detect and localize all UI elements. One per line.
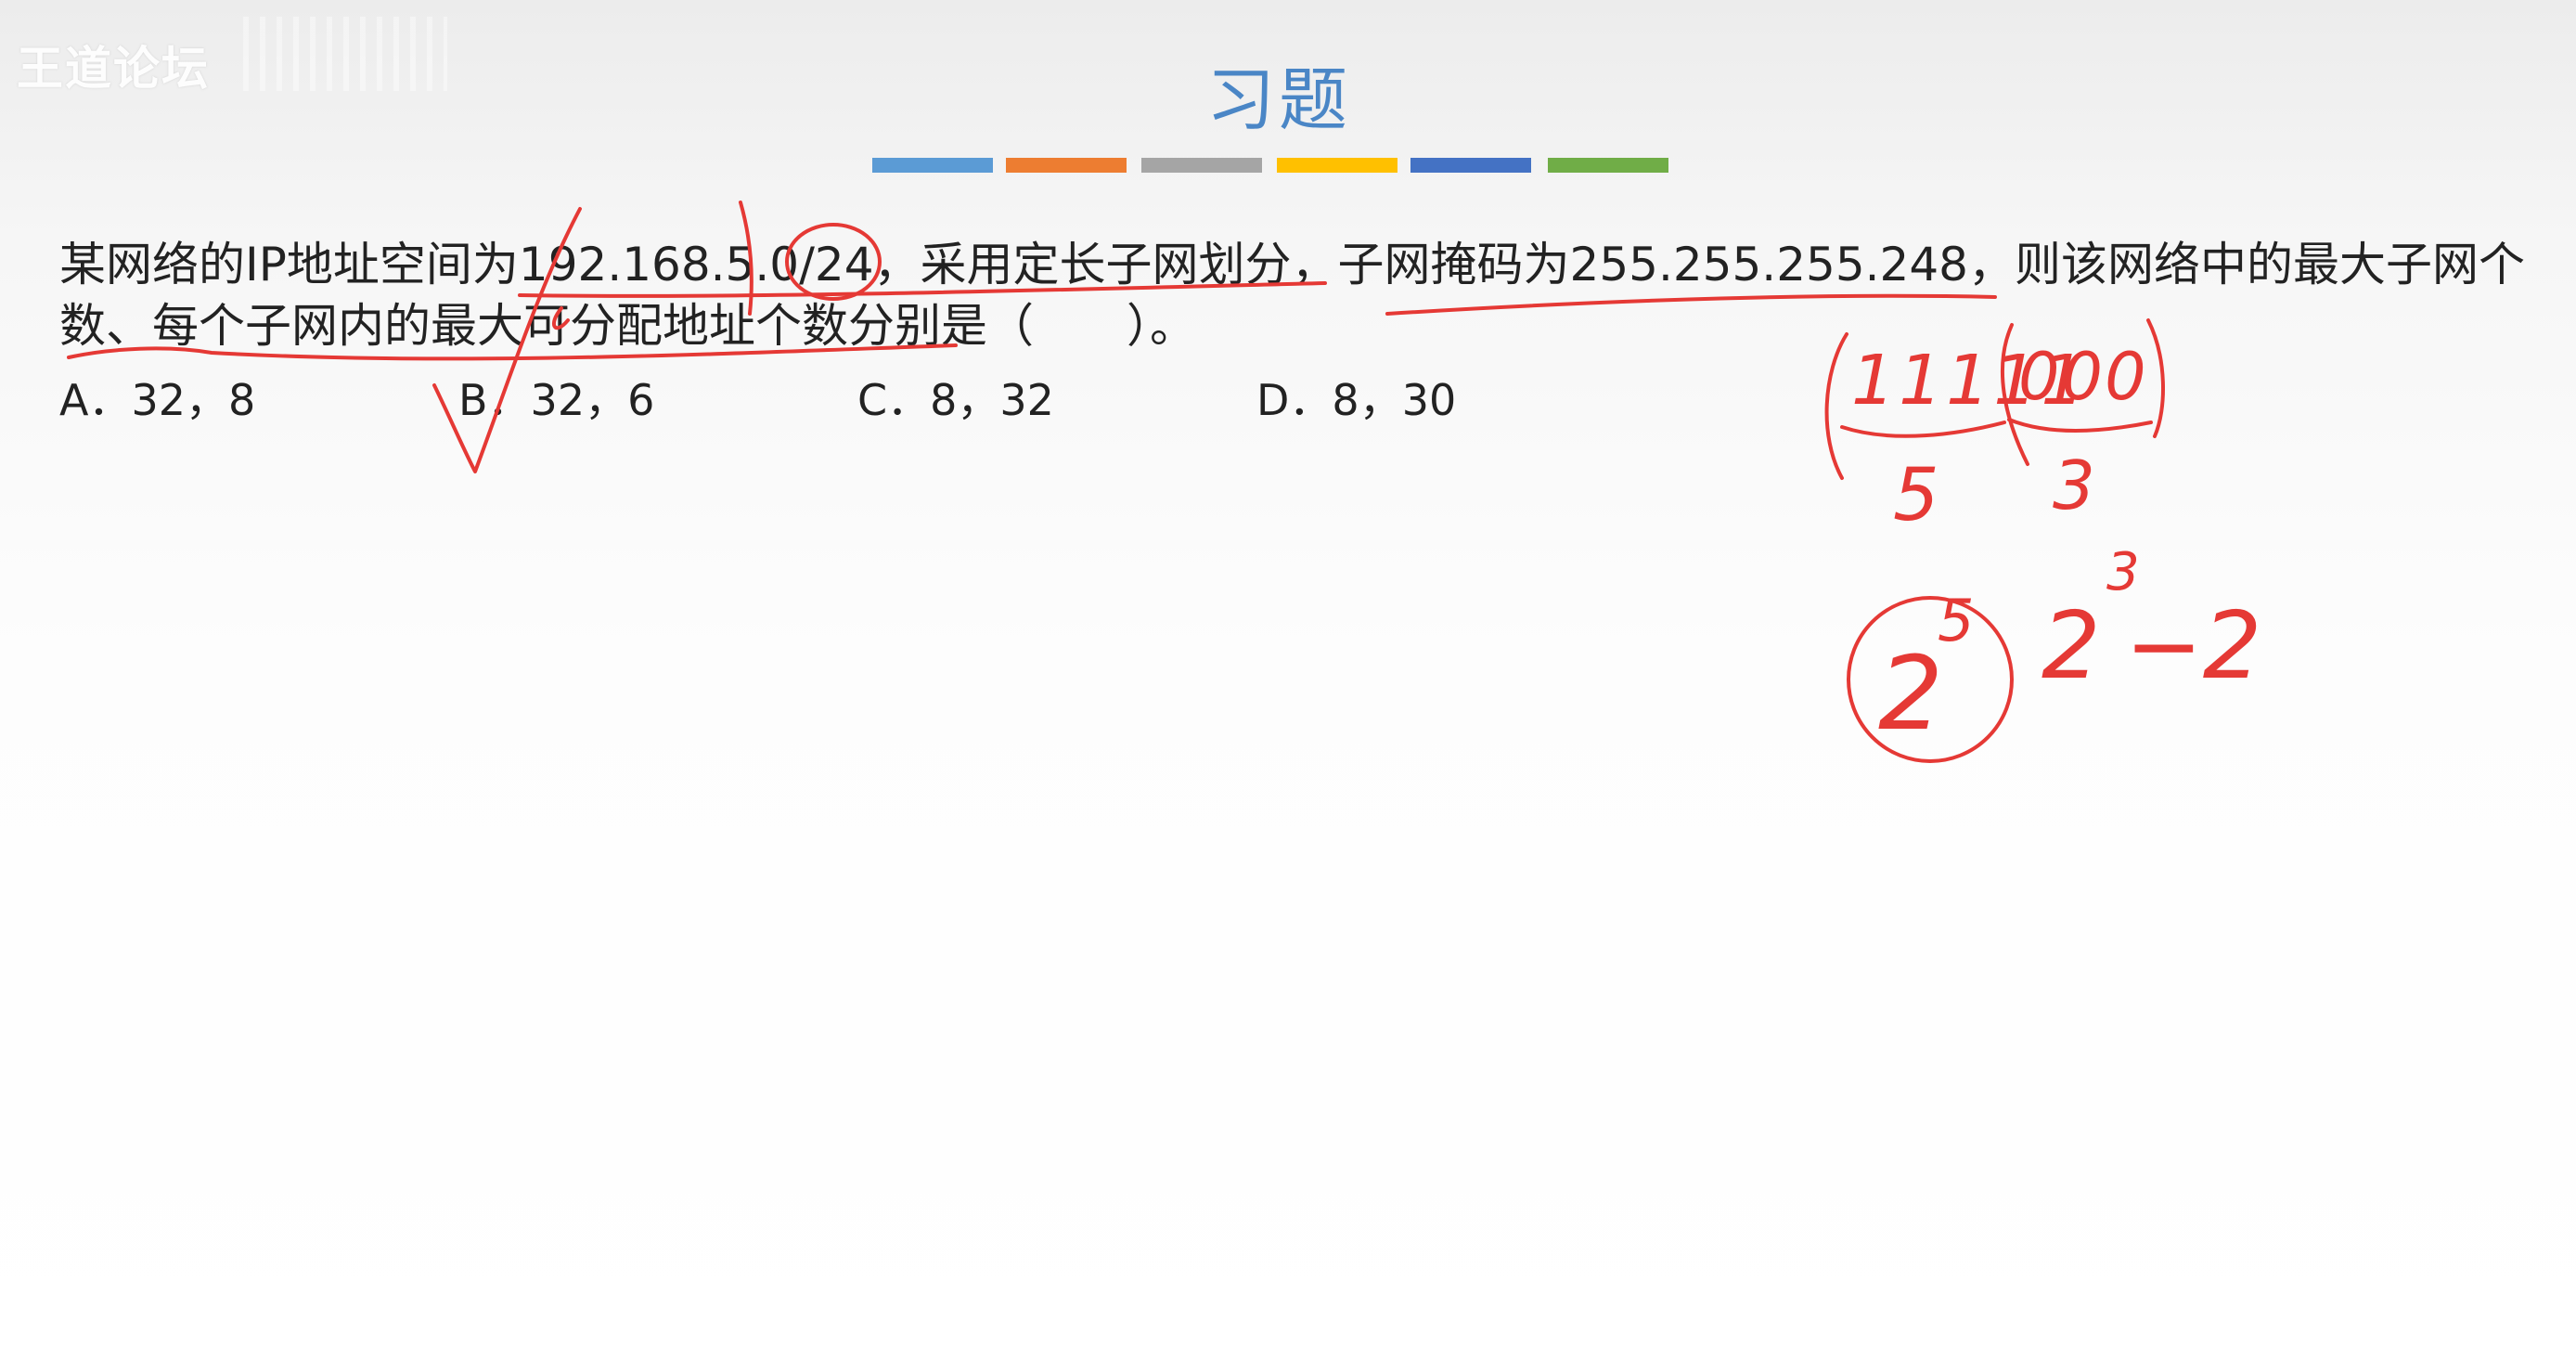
small-check (551, 306, 570, 330)
subnets-exp: 5 (1938, 587, 1974, 654)
hosts-base: 2 (2041, 591, 2101, 700)
underline-mask (1385, 293, 1997, 316)
brace-zeros (2007, 418, 2153, 433)
hosts-minus-two: −2 (2125, 591, 2261, 700)
count-zeros: 3 (2053, 447, 2095, 524)
brace-ones (1840, 421, 2006, 438)
ink-strokes (67, 201, 2165, 763)
bracket-left (1824, 332, 1848, 480)
ink-text: 11111 000 5 3 2 5 2 3 −2 (1851, 339, 2261, 753)
bracket-right (2146, 318, 2165, 438)
underline-address-space (518, 281, 1327, 298)
subnets-base: 2 (1878, 634, 1943, 753)
count-ones: 5 (1893, 454, 1939, 537)
circle-last-octet (785, 223, 882, 301)
check-mark (432, 207, 582, 473)
handwritten-annotations: 11111 000 5 3 2 5 2 3 −2 (67, 201, 2261, 763)
underline-question-part (67, 343, 958, 361)
binary-zeros: 000 (2018, 339, 2148, 415)
